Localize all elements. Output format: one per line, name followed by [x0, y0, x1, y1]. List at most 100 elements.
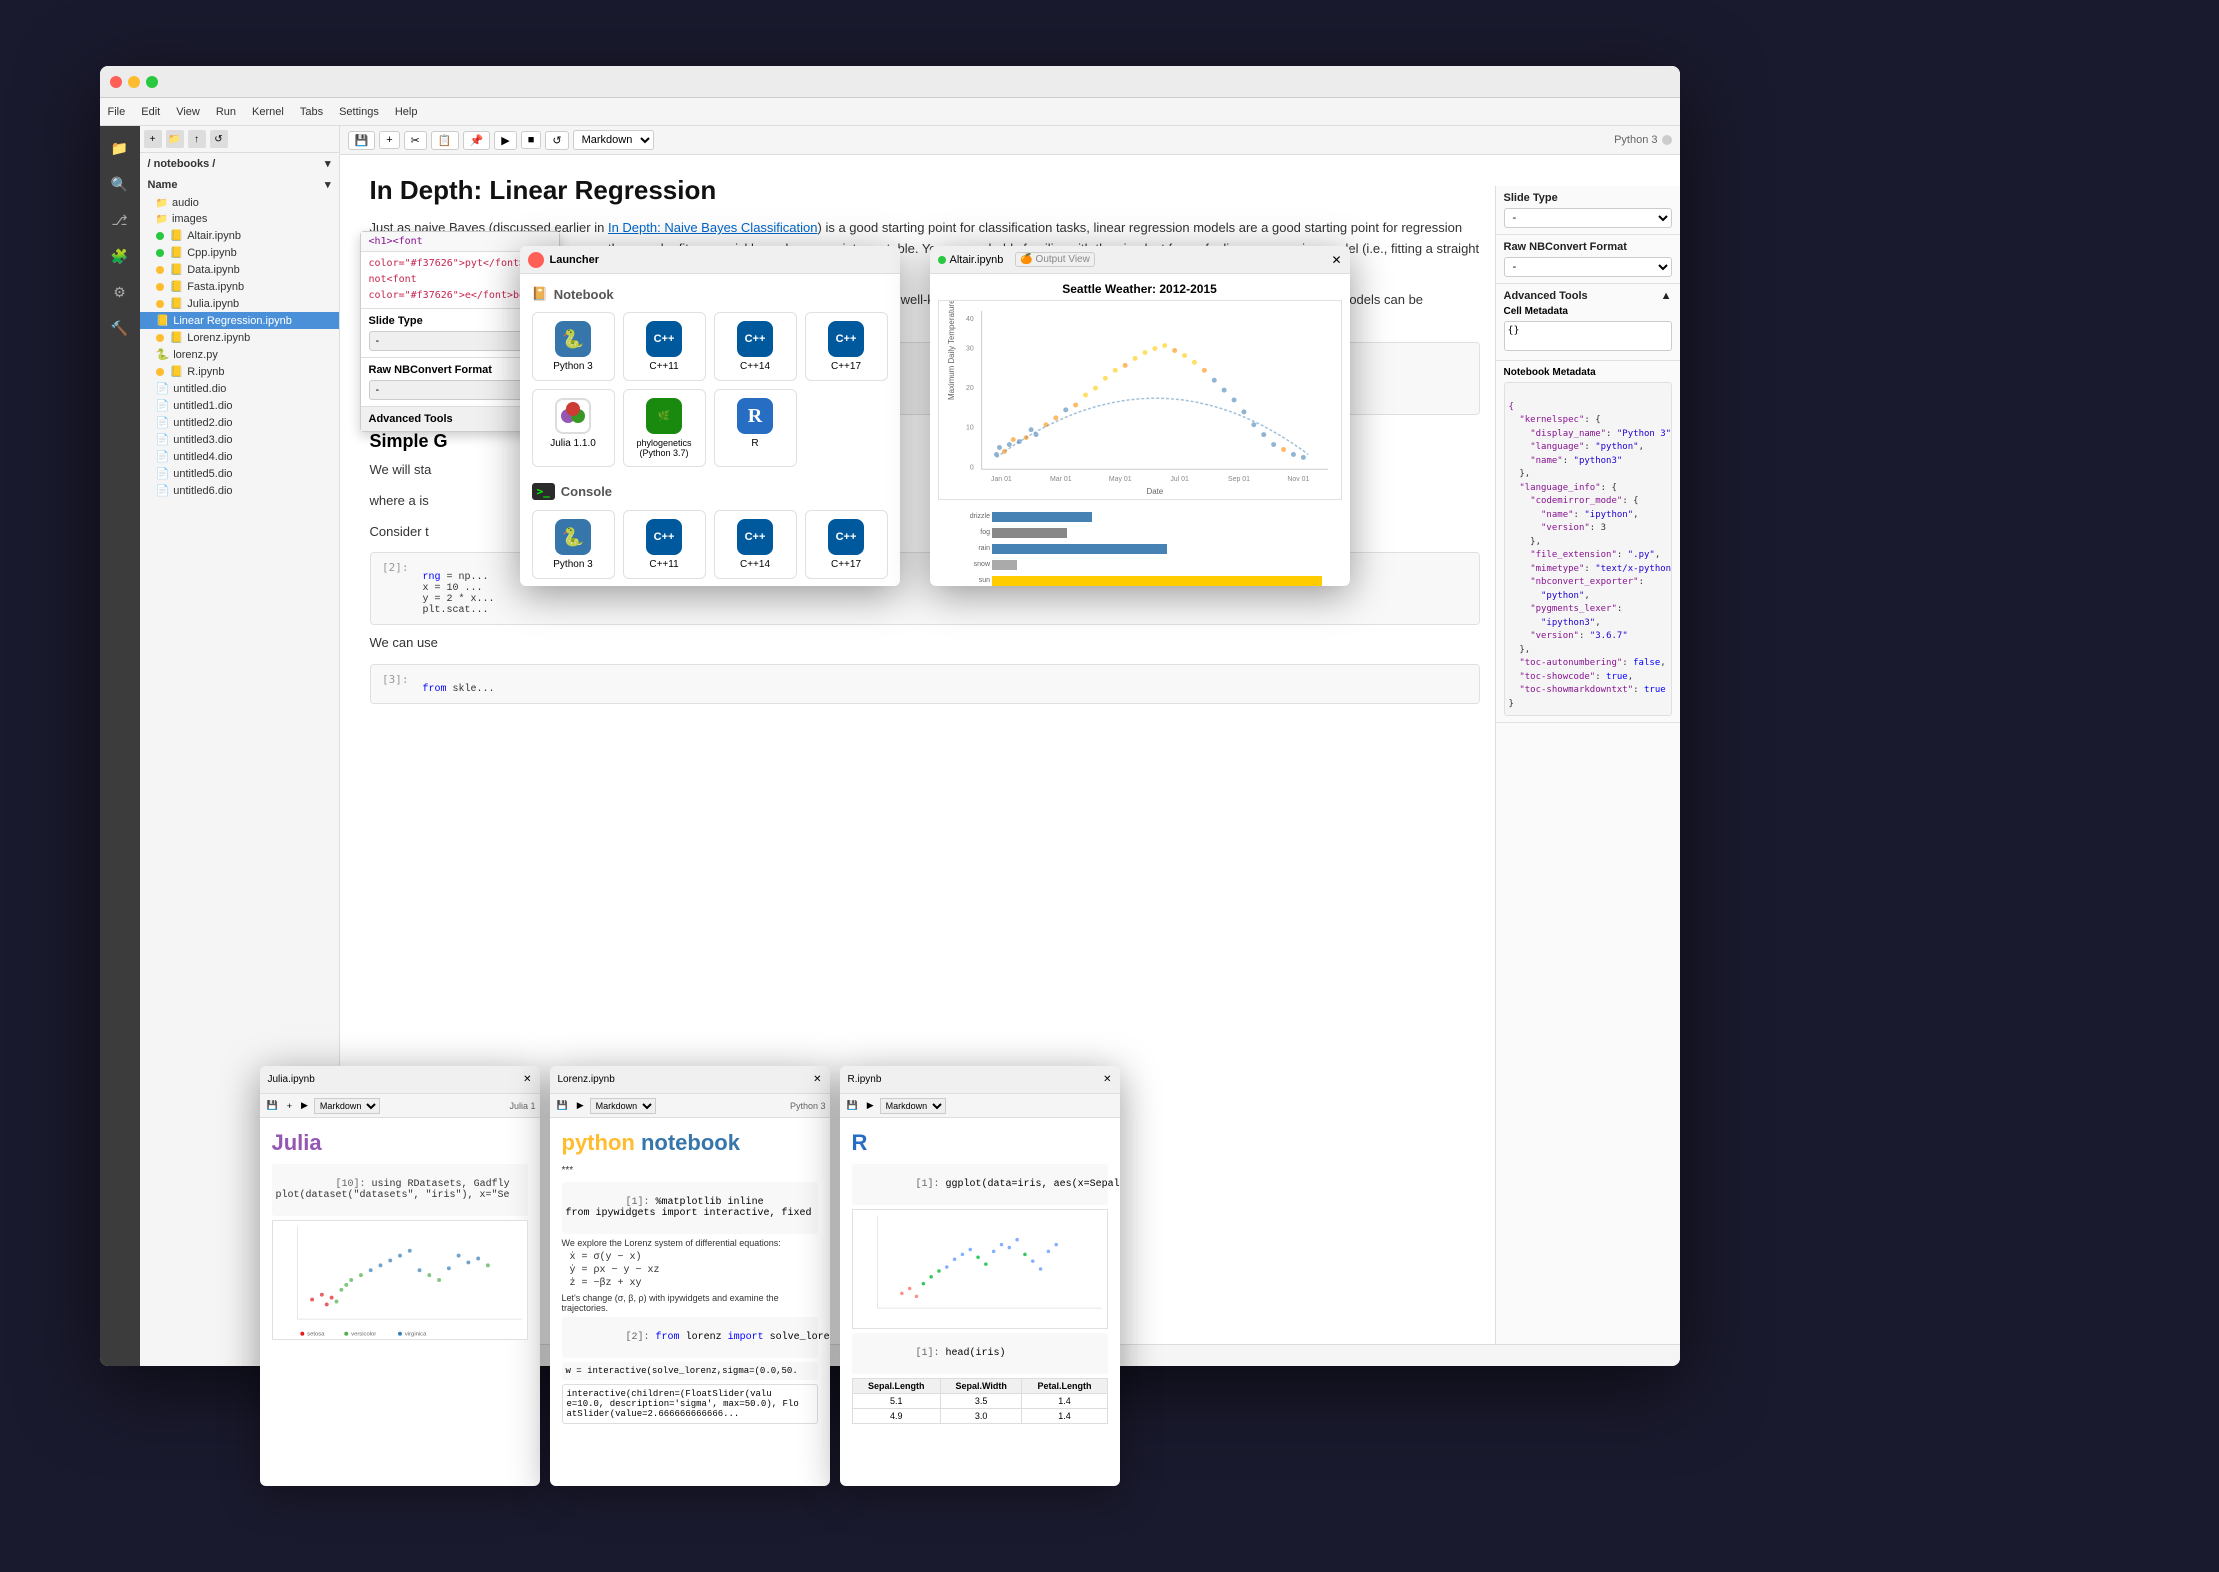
cell-metadata-textarea[interactable]: {}: [1504, 321, 1672, 351]
cpp11-kernel-item[interactable]: C++ C++11: [623, 312, 706, 381]
menu-view[interactable]: View: [176, 106, 200, 118]
r-run-btn[interactable]: ▶: [864, 1099, 877, 1112]
julia-lang-title: Julia: [272, 1130, 528, 1156]
altair-close-button[interactable]: ✕: [1331, 253, 1341, 267]
sidebar-item-lorenz-py[interactable]: 🐍 lorenz.py: [140, 346, 339, 363]
menu-edit[interactable]: Edit: [141, 106, 160, 118]
settings-icon[interactable]: ⚙: [106, 278, 134, 306]
cell-code-3[interactable]: from skle...: [415, 665, 1479, 703]
console-cpp17-item[interactable]: C++ C++17: [805, 510, 888, 579]
console-python3-item[interactable]: 🐍 Python 3: [532, 510, 615, 579]
new-folder-button[interactable]: 📁: [166, 130, 184, 148]
cell-type-select[interactable]: Markdown Code Raw: [573, 130, 654, 150]
sidebar-item-untitled2[interactable]: 📄 untitled2.dio: [140, 414, 339, 431]
phylo-kernel-item[interactable]: 🌿 phylogenetics (Python 3.7): [623, 389, 706, 467]
cpp17-kernel-item[interactable]: C++ C++17: [805, 312, 888, 381]
status-dot: [156, 283, 164, 291]
git-icon[interactable]: ⎇: [106, 206, 134, 234]
lorenz-code-1[interactable]: [1]: %matplotlib inline from ipywidgets …: [562, 1182, 818, 1234]
cpp14-kernel-item[interactable]: C++ C++14: [714, 312, 797, 381]
menu-tabs[interactable]: Tabs: [300, 106, 323, 118]
sidebar-item-images[interactable]: 📁 images: [140, 211, 339, 227]
r-head-output-label[interactable]: [1]: head(iris): [852, 1333, 1108, 1374]
run-button[interactable]: ▶: [494, 131, 516, 150]
lorenz-code-2[interactable]: [2]: from lorenz import solve_lorenz: [562, 1317, 818, 1358]
refresh-button[interactable]: ↺: [210, 130, 228, 148]
sidebar-item-audio[interactable]: 📁 audio: [140, 195, 339, 211]
sidebar-item-untitled4[interactable]: 📄 untitled4.dio: [140, 448, 339, 465]
raw-nbconvert-header[interactable]: Raw NBConvert Format: [1504, 241, 1672, 253]
search-icon[interactable]: 🔍: [106, 170, 134, 198]
file-icon: 📄: [156, 416, 170, 429]
restart-button[interactable]: ↺: [545, 131, 568, 150]
sidebar-item-data[interactable]: 📒 Data.ipynb: [140, 261, 339, 278]
r-code-1[interactable]: [1]: ggplot(data=iris, aes(x=Sepal.Len: [852, 1164, 1108, 1205]
sidebar-item-untitled[interactable]: 📄 untitled.dio: [140, 380, 339, 397]
close-button[interactable]: [110, 76, 122, 88]
sidebar-item-untitled5[interactable]: 📄 untitled5.dio: [140, 465, 339, 482]
julia-save-btn[interactable]: 💾: [264, 1099, 281, 1112]
lorenz-close-button[interactable]: ✕: [813, 1074, 821, 1085]
lorenz-code-3[interactable]: w = interactive(solve_lorenz,sigma=(0.0,…: [562, 1362, 818, 1380]
python3-kernel-item[interactable]: 🐍 Python 3: [532, 312, 615, 381]
julia-kernel-item[interactable]: Julia 1.1.0: [532, 389, 615, 467]
folder-icon[interactable]: 📁: [106, 134, 134, 162]
sidebar-item-linear-regression[interactable]: 📒 Linear Regression.ipynb: [140, 312, 339, 329]
advanced-tools-header[interactable]: Advanced Tools ▲: [1504, 290, 1672, 302]
sidebar-item-r[interactable]: 📒 R.ipynb: [140, 363, 339, 380]
julia-code-cell[interactable]: [10]: using RDatasets, Gadfly plot(datas…: [272, 1164, 528, 1216]
new-file-button[interactable]: +: [144, 130, 162, 148]
menu-help[interactable]: Help: [395, 106, 418, 118]
notebook-metadata-section: Notebook Metadata { "kernelspec": { "dis…: [1496, 361, 1680, 723]
menu-kernel[interactable]: Kernel: [252, 106, 284, 118]
julia-close-button[interactable]: ✕: [523, 1074, 531, 1085]
console-cpp14-item[interactable]: C++ C++14: [714, 510, 797, 579]
table-header-petal-length: Petal.Length: [1022, 1379, 1107, 1394]
julia-cell-type[interactable]: Markdown: [314, 1098, 380, 1114]
cell-number-3: [3]:: [375, 665, 415, 703]
r-close-button[interactable]: ✕: [1103, 1074, 1111, 1085]
cut-button[interactable]: ✂: [404, 131, 427, 150]
r-save-btn[interactable]: 💾: [844, 1099, 861, 1112]
sidebar-item-untitled3[interactable]: 📄 untitled3.dio: [140, 431, 339, 448]
julia-add-btn[interactable]: +: [284, 1100, 295, 1112]
sidebar-item-julia[interactable]: 📒 Julia.ipynb: [140, 295, 339, 312]
menu-file[interactable]: File: [108, 106, 126, 118]
extensions-icon[interactable]: 🧩: [106, 242, 134, 270]
r-kernel-item[interactable]: R R: [714, 389, 797, 467]
altair-title: Altair.ipynb: [950, 254, 1004, 266]
menu-run[interactable]: Run: [216, 106, 236, 118]
notebook-metadata-json[interactable]: { "kernelspec": { "display_name": "Pytho…: [1504, 382, 1672, 716]
raw-nbconvert-select[interactable]: -: [1504, 257, 1672, 277]
sidebar-item-untitled1[interactable]: 📄 untitled1.dio: [140, 397, 339, 414]
upload-button[interactable]: ↑: [188, 130, 206, 148]
sidebar-item-untitled6[interactable]: 📄 untitled6.dio: [140, 482, 339, 499]
launcher-close-button[interactable]: [528, 252, 544, 268]
copy-button[interactable]: 📋: [431, 131, 459, 150]
build-icon[interactable]: 🔨: [106, 314, 134, 342]
slide-type-select[interactable]: -: [1504, 208, 1672, 228]
r-cell-type[interactable]: Markdown: [880, 1098, 946, 1114]
sidebar-item-fasta[interactable]: 📒 Fasta.ipynb: [140, 278, 339, 295]
save-button[interactable]: 💾: [348, 131, 376, 150]
lorenz-run-btn[interactable]: ▶: [574, 1099, 587, 1112]
lorenz-save-btn[interactable]: 💾: [554, 1099, 571, 1112]
paste-button[interactable]: 📌: [463, 131, 491, 150]
naive-bayes-link[interactable]: In Depth: Naive Bayes Classification: [608, 220, 818, 235]
stop-button[interactable]: ■: [521, 131, 542, 149]
julia-run-btn[interactable]: ▶: [298, 1099, 311, 1112]
lorenz-cell-type[interactable]: Markdown: [590, 1098, 656, 1114]
minimize-button[interactable]: [128, 76, 140, 88]
sidebar-item-altair[interactable]: 📒 Altair.ipynb: [140, 227, 339, 244]
sidebar-item-lorenz[interactable]: 📒 Lorenz.ipynb: [140, 329, 339, 346]
slide-type-header[interactable]: Slide Type: [1504, 192, 1672, 204]
add-cell-button[interactable]: +: [379, 131, 399, 149]
bottom-notebooks-row: Julia.ipynb ✕ 💾 + ▶ Markdown Julia 1 Jul…: [260, 1066, 1120, 1486]
menu-settings[interactable]: Settings: [339, 106, 379, 118]
altair-chart-content: Seattle Weather: 2012-2015 Maximum Daily…: [930, 274, 1350, 586]
console-cpp11-label: C++11: [649, 559, 678, 570]
maximize-button[interactable]: [146, 76, 158, 88]
cpp14-icon: C++: [737, 321, 773, 357]
sidebar-item-cpp[interactable]: 📒 Cpp.ipynb: [140, 244, 339, 261]
console-cpp11-item[interactable]: C++ C++11: [623, 510, 706, 579]
